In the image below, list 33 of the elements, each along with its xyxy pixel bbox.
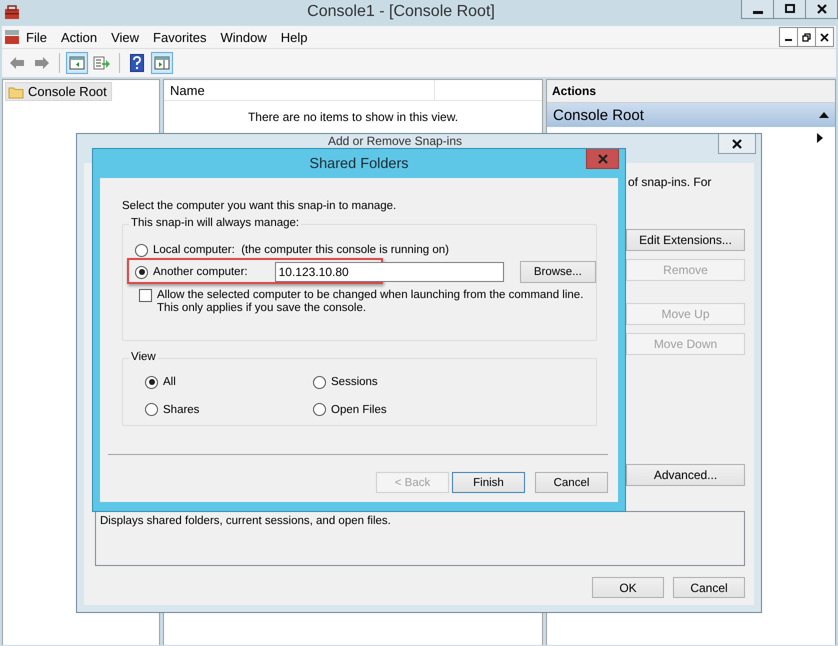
menu-item[interactable]: File [20,28,53,46]
group-label: View [129,351,158,363]
empty-message: There are no items to show in this view. [246,110,460,124]
side-button[interactable]: Advanced... [626,464,745,486]
actions-header: Actions [547,80,835,103]
cancel-button[interactable]: Cancel [535,472,608,493]
radio-label: Sessions [331,376,378,388]
dialog-title: Shared Folders [309,156,409,172]
description-text: of snap-ins. For [628,175,712,189]
radio-label: Open Files [331,404,387,416]
cancel-button[interactable]: Cancel [673,577,745,598]
menu-item[interactable]: Favorites [147,28,213,46]
side-button[interactable]: Edit Extensions... [626,229,745,251]
group-label: This snap-in will always manage: [129,217,302,229]
radio-label: Shares [163,404,200,416]
radio-label: Another computer: [153,266,248,278]
tree-item[interactable]: Console Root [5,82,112,101]
finish-button[interactable]: Finish [452,472,525,493]
window-title: Console1 - [Console Root] [306,3,496,21]
browse-button[interactable]: Browse... [520,261,596,283]
ok-button[interactable]: OK [592,577,664,598]
checkbox-label: Allow the selected computer to be changed when launching from the command line. This only applies if you save the console. [157,289,584,315]
radio-label: All [163,376,176,388]
radio-label: Local computer: (the computer this console is running on) [153,244,449,256]
column-header[interactable]: Name [164,80,435,100]
actions-section[interactable]: Console Root [547,103,835,127]
menu-item[interactable]: View [105,28,146,46]
prompt-text: Select the computer you want this snap-in to manage. [122,200,398,212]
dialog-title: Add or Remove Snap-ins [328,135,462,148]
menu-item[interactable]: Help [274,28,314,46]
computer-field[interactable]: 10.123.10.80 [274,262,504,282]
menu-item[interactable]: Window [214,28,273,46]
menu-item[interactable]: Action [54,28,104,46]
